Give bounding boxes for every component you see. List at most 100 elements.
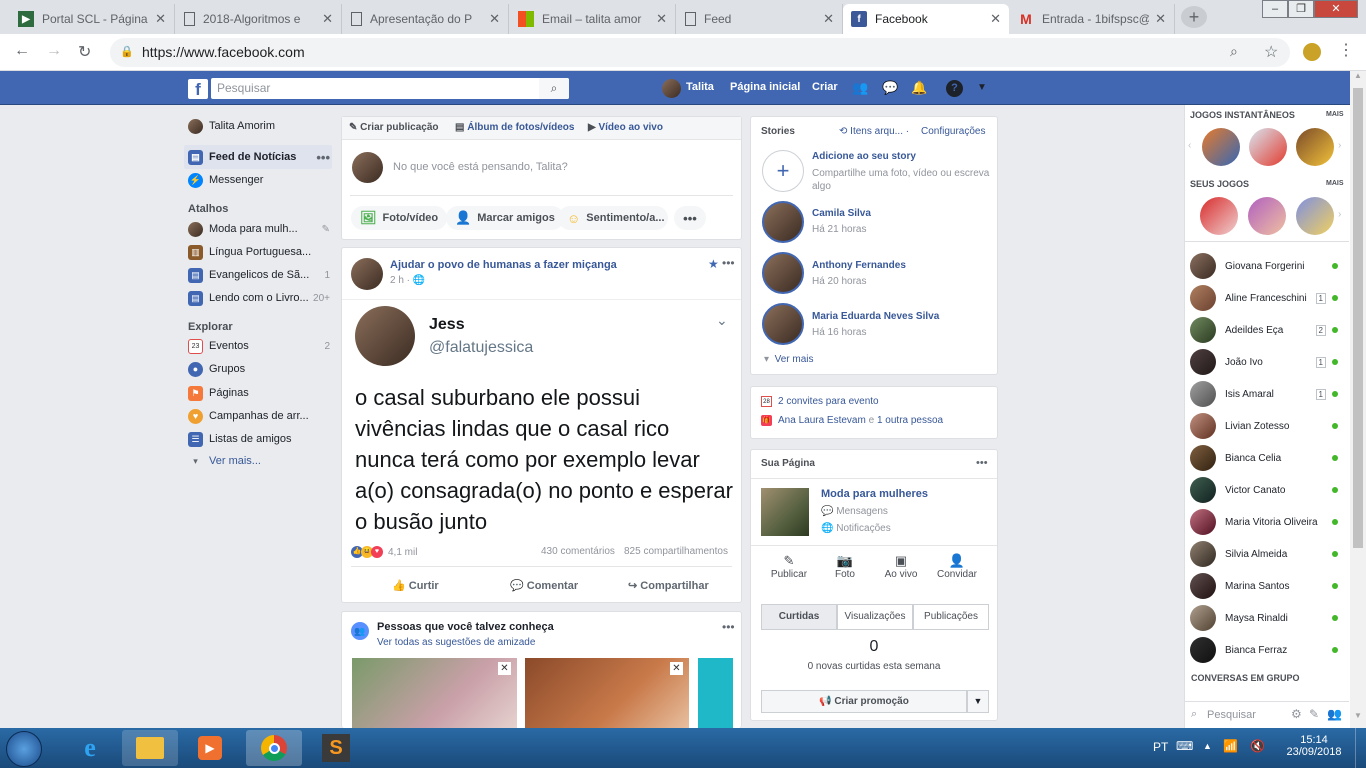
sidebar-item-messenger[interactable]: ⚡ Messenger <box>188 171 330 189</box>
more-options-button[interactable]: ••• <box>674 206 706 230</box>
tab-facebook[interactable]: f Facebook ✕ <box>843 4 1009 34</box>
chat-search-input[interactable]: Pesquisar <box>1207 709 1256 721</box>
scrollbar-thumb[interactable] <box>1353 88 1363 548</box>
search-input[interactable]: Pesquisar <box>211 78 569 99</box>
new-tab-button[interactable]: + <box>1181 6 1207 28</box>
more-options-icon[interactable]: ••• <box>722 620 735 634</box>
explore-item-friend-lists[interactable]: ☰ Listas de amigos <box>188 430 330 448</box>
suggestion-photo[interactable]: ✕ <box>352 658 517 728</box>
chevron-left-icon[interactable]: ‹ <box>1188 140 1191 151</box>
chat-contact[interactable]: Isis Amaral 1 <box>1190 380 1340 408</box>
start-button[interactable] <box>6 731 42 767</box>
see-all-suggestions-link[interactable]: Ver todas as sugestões de amizade <box>377 637 535 648</box>
edit-icon[interactable]: ✎ <box>322 224 330 235</box>
messenger-icon[interactable]: 💬 <box>882 80 898 96</box>
add-story-title[interactable]: Adicione ao seu story <box>812 151 916 162</box>
chat-contact[interactable]: Bianca Ferraz <box>1190 636 1340 664</box>
dismiss-icon[interactable]: ✕ <box>670 662 683 675</box>
chat-contact[interactable]: Victor Canato <box>1190 476 1340 504</box>
account-menu-icon[interactable]: ▼ <box>977 82 987 93</box>
post-image[interactable]: Jess @falatujessica ⌄ o casal suburbano … <box>342 299 741 537</box>
status-input[interactable]: No que você está pensando, Talita? <box>393 161 568 173</box>
like-button[interactable]: 👍 Curtir <box>392 579 439 592</box>
more-options-icon[interactable]: ••• <box>976 457 988 469</box>
publish-button[interactable]: ✎ Publicar <box>761 553 817 580</box>
close-icon[interactable]: ✕ <box>823 11 834 27</box>
reactions[interactable]: 👍 😆 ♥ 4,1 mil <box>351 546 417 558</box>
facebook-logo-icon[interactable]: f <box>188 79 208 99</box>
story-name[interactable]: Maria Eduarda Neves Silva <box>812 311 939 322</box>
explore-item-fundraisers[interactable]: ♥ Campanhas de arr... <box>188 407 330 425</box>
page-name[interactable]: Moda para mulheres <box>821 488 928 500</box>
game-thumbnail[interactable] <box>1296 197 1334 235</box>
photo-button[interactable]: 📷 Foto <box>817 553 873 580</box>
star-icon[interactable]: ★ <box>708 257 719 271</box>
shortcut-item[interactable]: ▥ Língua Portuguesa... <box>188 243 330 261</box>
game-thumbnail[interactable] <box>1200 197 1238 235</box>
story-name[interactable]: Anthony Fernandes <box>812 260 906 271</box>
tab-portal[interactable]: ▶ Portal SCL - Página ✕ <box>10 4 175 34</box>
maximize-button[interactable]: ❐ <box>1288 0 1314 18</box>
notifications-link[interactable]: 🌐 Notificações <box>821 523 891 534</box>
chat-contact[interactable]: Silvia Almeida <box>1190 540 1340 568</box>
photo-video-button[interactable]: 🖼 Foto/vídeo <box>351 206 448 230</box>
back-icon[interactable]: ← <box>14 42 30 60</box>
extension-icon[interactable] <box>1303 43 1321 61</box>
avatar[interactable] <box>662 79 681 98</box>
close-icon[interactable]: ✕ <box>656 11 667 27</box>
game-thumbnail[interactable] <box>1296 128 1334 166</box>
notifications-icon[interactable]: 🔔 <box>911 80 927 96</box>
story-name[interactable]: Camila Silva <box>812 208 871 219</box>
keyboard-icon[interactable]: ⌨ <box>1176 739 1193 753</box>
chevron-right-icon[interactable]: › <box>1338 209 1341 220</box>
promotion-dropdown-icon[interactable]: ▼ <box>967 690 989 713</box>
scrollbar[interactable]: ▲ ▼ <box>1350 71 1366 728</box>
chat-contact[interactable]: Marina Santos <box>1190 572 1340 600</box>
network-icon[interactable]: 📶 <box>1223 739 1238 753</box>
close-icon[interactable]: ✕ <box>489 11 500 27</box>
clock[interactable]: 15:14 23/09/2018 <box>1285 734 1343 758</box>
shortcut-item[interactable]: ▤ Lendo com o Livro... 20+ <box>188 289 330 307</box>
compose-icon[interactable]: ✎ <box>1309 707 1319 721</box>
chat-contact[interactable]: Giovana Forgerini <box>1190 252 1340 280</box>
suggestion-photo[interactable] <box>698 658 733 728</box>
archive-link[interactable]: ⟲ Itens arqu... · <box>839 126 909 137</box>
tab-views[interactable]: Visualizações <box>837 604 913 630</box>
instant-games-more-link[interactable]: MAIS <box>1326 111 1344 118</box>
help-icon[interactable]: ? <box>946 80 963 97</box>
gear-icon[interactable]: ⚙ <box>1291 707 1302 721</box>
explore-item-pages[interactable]: ⚑ Páginas <box>188 384 330 402</box>
see-more-link[interactable]: ▾ Ver mais... <box>188 452 330 470</box>
chat-contact[interactable]: Bianca Celia <box>1190 444 1340 472</box>
search-icon[interactable]: ⌕ <box>539 78 569 99</box>
close-icon[interactable]: ✕ <box>1155 11 1166 27</box>
shortcut-item[interactable]: Moda para mulh... ✎ <box>188 220 330 238</box>
your-games-more-link[interactable]: MAIS <box>1326 180 1344 187</box>
profile-link[interactable]: Talita Amorim <box>188 117 330 135</box>
show-desktop-button[interactable] <box>1355 728 1366 768</box>
shares-count[interactable]: 825 compartilhamentos <box>624 546 728 557</box>
create-promotion-button[interactable]: 📢 Criar promoção <box>761 690 967 713</box>
chat-contact[interactable]: Adeildes Eça 2 <box>1190 316 1340 344</box>
see-more-stories-link[interactable]: ▾ Ver mais <box>764 354 814 365</box>
post-options-icon[interactable]: ••• <box>722 256 735 270</box>
add-story-icon[interactable]: + <box>762 150 804 192</box>
story-avatar[interactable] <box>762 303 804 345</box>
game-thumbnail[interactable] <box>1248 197 1286 235</box>
zoom-icon[interactable]: ⌕ <box>1230 43 1238 60</box>
close-icon[interactable]: ✕ <box>155 11 166 27</box>
tag-friends-button[interactable]: 👤 Marcar amigos <box>446 206 564 230</box>
friend-requests-icon[interactable]: 👥 <box>852 80 868 96</box>
tab-live-video[interactable]: ▶ Vídeo ao vivo <box>588 122 663 133</box>
file-explorer-icon[interactable] <box>122 730 178 766</box>
game-thumbnail[interactable] <box>1202 128 1240 166</box>
game-thumbnail[interactable] <box>1249 128 1287 166</box>
volume-muted-icon[interactable]: 🔇 <box>1250 739 1265 753</box>
event-invites-link[interactable]: 2 convites para evento <box>778 396 879 407</box>
chrome-icon[interactable] <box>246 730 302 766</box>
explore-item-events[interactable]: 23 Eventos 2 <box>188 337 330 355</box>
stories-settings-link[interactable]: Configurações <box>921 126 985 137</box>
menu-dots-icon[interactable]: ⋮ <box>1338 40 1354 60</box>
sublime-text-icon[interactable]: S <box>308 730 364 766</box>
suggestion-photo[interactable]: ✕ <box>525 658 689 728</box>
